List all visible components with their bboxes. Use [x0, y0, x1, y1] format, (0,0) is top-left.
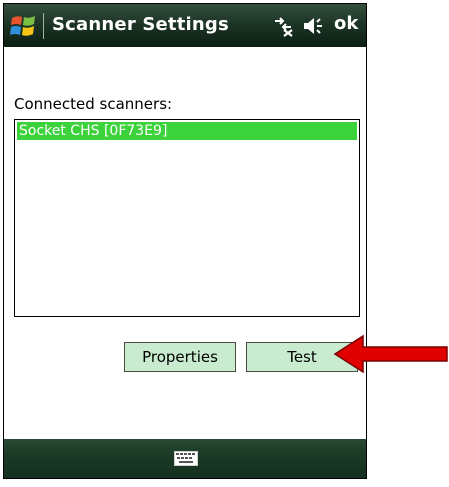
scanner-list[interactable]: Socket CHS [0F73E9] [14, 119, 360, 317]
connected-scanners-label: Connected scanners: [14, 95, 173, 113]
device-screen: Scanner Settings ok Connected scanners: … [3, 3, 367, 479]
bottom-menu-bar [4, 439, 366, 478]
keyboard-icon[interactable] [174, 451, 198, 466]
ok-button[interactable]: ok [334, 13, 358, 34]
list-item[interactable]: Socket CHS [0F73E9] [17, 122, 357, 140]
red-arrow-icon [333, 334, 448, 374]
title-separator [43, 13, 44, 39]
title-bar: Scanner Settings ok [4, 4, 366, 47]
connectivity-icon[interactable] [272, 15, 294, 37]
speaker-icon[interactable] [302, 16, 326, 36]
screenshot-stage: Scanner Settings ok Connected scanners: … [0, 0, 449, 487]
windows-flag-icon[interactable] [10, 13, 36, 39]
page-title: Scanner Settings [52, 14, 229, 35]
properties-button[interactable]: Properties [124, 342, 236, 372]
list-item-label: Socket CHS [0F73E9] [19, 123, 168, 139]
